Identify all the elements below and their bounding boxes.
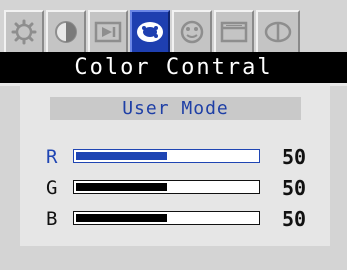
channel-value: 50 xyxy=(282,145,307,169)
color-palette-icon xyxy=(137,22,163,42)
tab-input[interactable] xyxy=(256,10,300,52)
contrast-icon xyxy=(55,21,77,43)
tab-contrast[interactable] xyxy=(46,10,86,52)
channel-row-r[interactable]: R 50 xyxy=(20,146,330,168)
channel-label: R xyxy=(46,146,58,168)
slider-fill xyxy=(76,152,167,160)
window-icon xyxy=(220,21,248,43)
osd-screen: Color Contral User Mode R 50 G 50 B 50 xyxy=(0,0,347,270)
tab-image[interactable] xyxy=(88,10,128,52)
channel-slider[interactable] xyxy=(73,149,260,163)
channel-label: G xyxy=(46,177,58,199)
channel-value: 50 xyxy=(282,176,307,200)
image-position-icon xyxy=(94,21,122,43)
tab-bar xyxy=(0,0,347,52)
tab-face[interactable] xyxy=(172,10,212,52)
color-mode-selector[interactable]: User Mode xyxy=(50,97,301,120)
gear-icon xyxy=(11,19,37,45)
face-icon xyxy=(180,20,204,44)
menu-title: Color Contral xyxy=(0,52,347,86)
channel-value: 50 xyxy=(282,207,307,231)
channel-slider[interactable] xyxy=(73,211,260,225)
input-icon xyxy=(264,21,292,43)
tab-settings[interactable] xyxy=(4,10,44,52)
color-settings-panel: User Mode R 50 G 50 B 50 xyxy=(20,86,330,246)
tab-window[interactable] xyxy=(214,10,254,52)
channel-row-g[interactable]: G 50 xyxy=(20,177,330,199)
slider-fill xyxy=(76,214,167,222)
channel-label: B xyxy=(46,208,58,230)
channel-row-b[interactable]: B 50 xyxy=(20,208,330,230)
slider-fill xyxy=(76,183,167,191)
tab-color[interactable] xyxy=(130,10,170,52)
channel-slider[interactable] xyxy=(73,180,260,194)
